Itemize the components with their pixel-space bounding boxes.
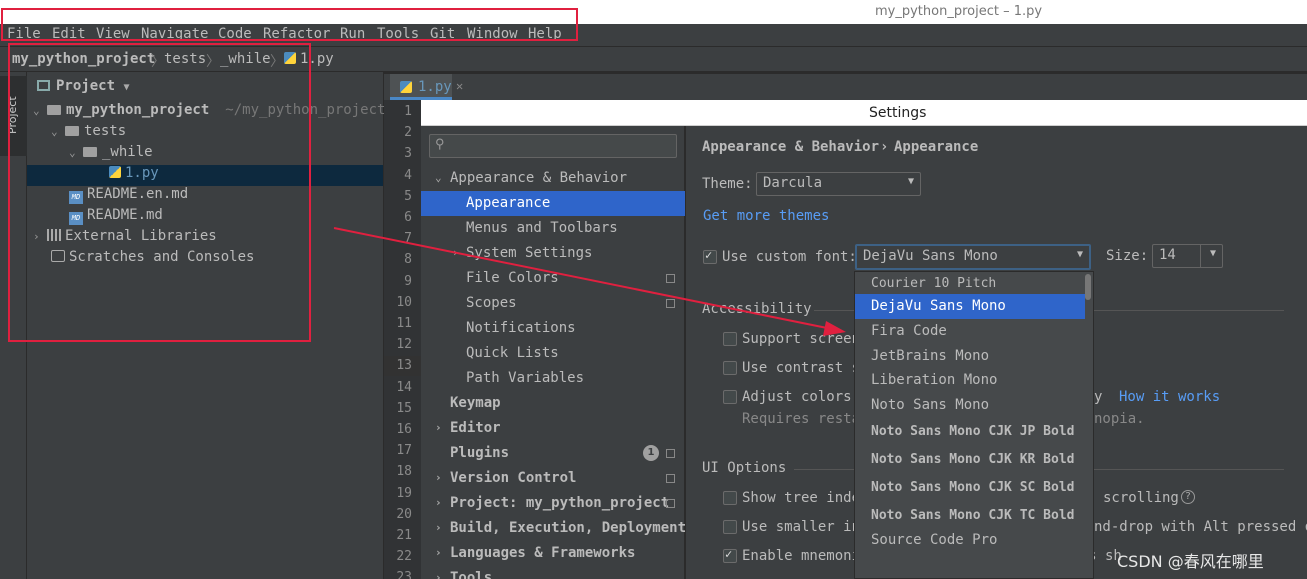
- watermark: CSDN @春风在哪里: [1117, 552, 1264, 571]
- annotation-arrow: [333, 227, 846, 336]
